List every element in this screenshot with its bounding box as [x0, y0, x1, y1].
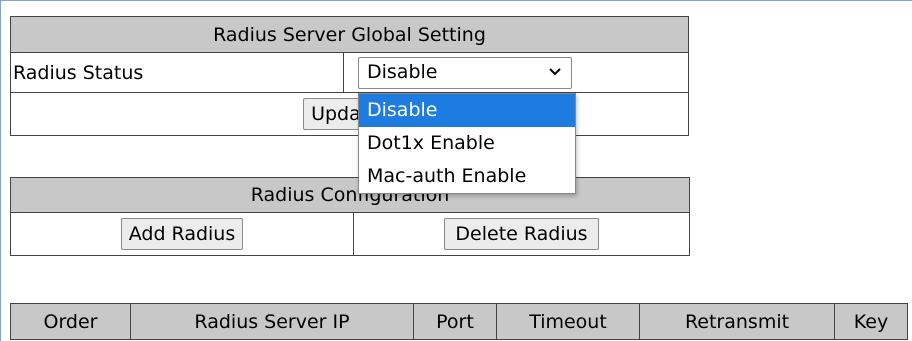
global-setting-table: Radius Server Global Setting Radius Stat…	[10, 16, 689, 136]
delete-radius-button[interactable]: Delete Radius	[444, 218, 599, 250]
column-header-port: Port	[413, 303, 497, 340]
column-header-key: Key	[834, 303, 908, 340]
option-dot1x-enable[interactable]: Dot1x Enable	[359, 127, 575, 160]
radius-status-dropdown: Disable Dot1x Enable Mac-auth Enable	[358, 93, 576, 194]
radius-status-select[interactable]: Disable	[358, 57, 572, 89]
add-radius-cell: Add Radius	[10, 212, 354, 256]
option-mac-auth-enable[interactable]: Mac-auth Enable	[359, 160, 575, 193]
option-disable[interactable]: Disable	[359, 94, 575, 127]
column-header-timeout: Timeout	[496, 303, 640, 340]
column-header-retransmit: Retransmit	[639, 303, 835, 340]
frame-border-left	[0, 0, 1, 341]
add-radius-button[interactable]: Add Radius	[120, 218, 244, 250]
frame-border-top	[0, 0, 912, 1]
radius-config-title: Radius Configuration	[9, 177, 691, 213]
radius-status-selected-value: Disable	[367, 61, 438, 83]
radius-server-table: Order Radius Server IP Port Timeout Retr…	[10, 303, 908, 340]
delete-radius-cell: Delete Radius	[352, 212, 691, 256]
chevron-down-icon	[549, 68, 561, 76]
update-cell: Update	[10, 92, 689, 136]
radius-status-label: Radius Status	[10, 52, 344, 93]
radius-config-table: Radius Configuration Add Radius Delete R…	[9, 177, 691, 256]
column-header-server-ip: Radius Server IP	[130, 303, 414, 340]
global-setting-title: Radius Server Global Setting	[10, 16, 689, 53]
column-header-order: Order	[10, 303, 131, 340]
